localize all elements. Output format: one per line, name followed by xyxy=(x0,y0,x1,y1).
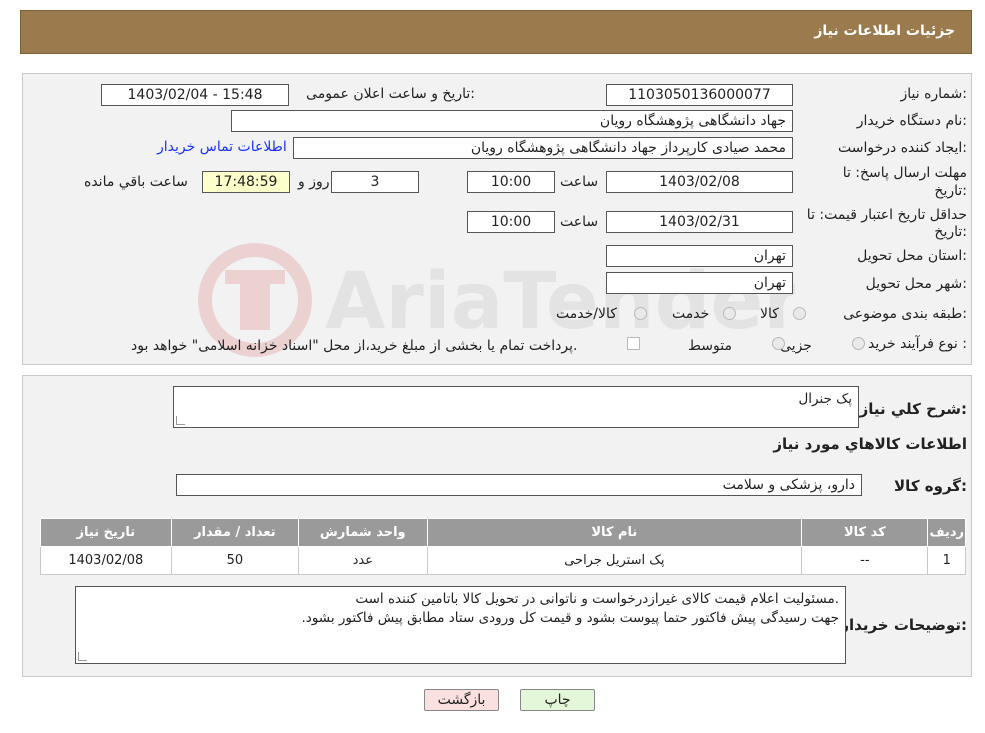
page-title: جزئیات اطلاعات نیاز xyxy=(814,23,955,39)
cell-unit: عدد xyxy=(298,546,428,575)
resize-grip-icon xyxy=(78,652,87,661)
announce-datetime-label: تاریخ و ساعت اعلان عمومی: xyxy=(306,86,475,102)
creator-field: محمد صیادی کارپرداز جهاد دانشگاهی پژوهشگ… xyxy=(293,137,793,159)
remaining-time-field: 17:48:59 xyxy=(202,171,290,193)
table-row: 1 -- پک استریل جراحی عدد 50 1403/02/08 xyxy=(40,546,966,575)
goods-group-field: دارو، پزشکی و سلامت xyxy=(176,474,862,496)
province-field: تهران xyxy=(606,245,793,267)
col-name: نام کالا xyxy=(426,518,803,547)
process-minor-radio[interactable] xyxy=(852,337,865,350)
back-button[interactable]: بازگشت xyxy=(424,689,499,711)
validity-label-line1: حداقل تاریخ اعتبار قیمت: تا xyxy=(806,207,967,223)
col-row: ردیف xyxy=(927,518,966,547)
validity-label-line2: تاریخ: xyxy=(934,224,967,240)
col-unit: واحد شمارش xyxy=(298,518,428,547)
col-qty: تعداد / مقدار xyxy=(170,518,300,547)
deadline-time-field: 10:00 xyxy=(467,171,555,193)
buyer-notes-line1: .مسئولیت اعلام قیمت کالای غیرازدرخواست و… xyxy=(355,591,839,607)
items-table: ردیف کد کالا نام کالا واحد شمارش تعداد /… xyxy=(40,518,966,575)
cell-date: 1403/02/08 xyxy=(40,546,172,575)
creator-label: ایجاد کننده درخواست: xyxy=(838,140,967,156)
deadline-time-label: ساعت xyxy=(560,174,599,190)
page-header: جزئیات اطلاعات نیاز xyxy=(20,10,972,54)
category-goods-radio[interactable] xyxy=(793,307,806,320)
need-number-field: 1103050136000077 xyxy=(606,84,793,106)
category-both-radio[interactable] xyxy=(634,307,647,320)
validity-time-label: ساعت xyxy=(560,214,599,230)
treasury-payment-checkbox[interactable] xyxy=(627,337,640,350)
province-label: استان محل تحویل: xyxy=(857,248,967,264)
cell-name: پک استریل جراحی xyxy=(426,546,803,575)
category-goods-label: کالا xyxy=(760,306,779,322)
process-medium-label: متوسط xyxy=(688,338,732,354)
print-button[interactable]: چاپ xyxy=(520,689,595,711)
cell-row: 1 xyxy=(927,546,966,575)
process-medium-radio[interactable] xyxy=(772,337,785,350)
col-code: کد کالا xyxy=(801,518,929,547)
city-label: شهر محل تحویل: xyxy=(865,276,967,292)
general-desc-label: شرح کلي نیاز: xyxy=(859,400,967,418)
items-title: اطلاعات کالاهاي مورد نیاز xyxy=(773,435,967,453)
city-field: تهران xyxy=(606,272,793,294)
deadline-date-field: 1403/02/08 xyxy=(606,171,793,193)
remaining-time-label: ساعت باقي مانده xyxy=(84,174,188,190)
announce-datetime-field: 1403/02/04 - 15:48 xyxy=(101,84,289,106)
days-remaining-field: 3 xyxy=(331,171,419,193)
buyer-notes-field: .مسئولیت اعلام قیمت کالای غیرازدرخواست و… xyxy=(75,586,846,664)
buyer-contact-link[interactable]: اطلاعات تماس خریدار xyxy=(157,139,287,155)
need-number-label: شماره نیاز: xyxy=(900,86,967,102)
category-service-radio[interactable] xyxy=(723,307,736,320)
svg-text:AriaTender.neT: AriaTender.neT xyxy=(325,257,795,347)
general-desc-field: پک جنرال xyxy=(173,386,859,428)
general-desc-text: پک جنرال xyxy=(798,391,852,407)
category-service-label: خدمت xyxy=(672,306,710,322)
buyer-notes-label: توضیحات خریدار: xyxy=(840,616,967,634)
items-table-header: ردیف کد کالا نام کالا واحد شمارش تعداد /… xyxy=(40,518,966,547)
treasury-payment-note: پرداخت تمام یا بخشی از مبلغ خرید،از محل … xyxy=(131,338,578,354)
validity-time-field: 10:00 xyxy=(467,211,555,233)
buyer-notes-line2: جهت رسیدگی پیش فاکتور حتما پیوست بشود و … xyxy=(301,610,839,626)
buyer-org-label: نام دستگاه خریدار: xyxy=(856,113,967,129)
resize-grip-icon xyxy=(176,416,185,425)
cell-qty: 50 xyxy=(170,546,300,575)
deadline-label-line1: مهلت ارسال پاسخ: تا xyxy=(842,165,967,181)
process-type-label: نوع فرآیند خرید : xyxy=(868,336,967,352)
buyer-org-field: جهاد دانشگاهی پژوهشگاه رویان xyxy=(231,110,793,132)
category-both-label: کالا/خدمت xyxy=(556,306,617,322)
process-minor-label: جزیی xyxy=(780,338,812,354)
col-date: تاریخ نیاز xyxy=(40,518,172,547)
days-label: روز و xyxy=(298,174,330,190)
goods-group-label: گروه کالا: xyxy=(894,477,967,495)
deadline-label-line2: تاریخ: xyxy=(934,183,967,199)
validity-date-field: 1403/02/31 xyxy=(606,211,793,233)
cell-code: -- xyxy=(801,546,929,575)
category-label: طبقه بندی موضوعی: xyxy=(843,306,967,322)
